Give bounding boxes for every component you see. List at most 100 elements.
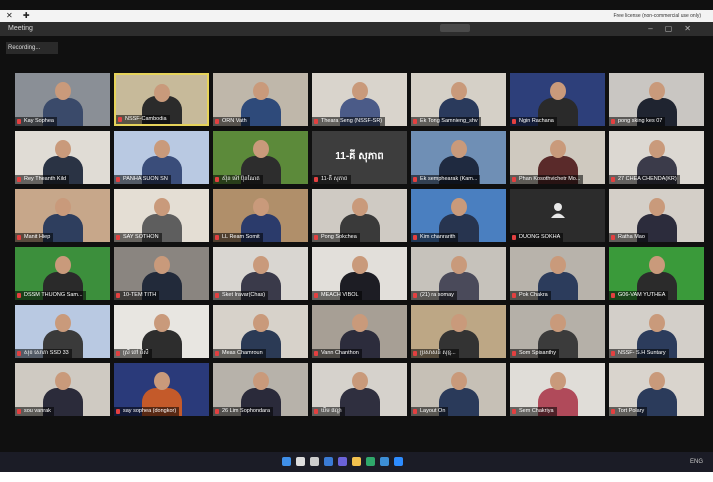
participant-gallery: Kay Sophea NSSF-Cambodia ORN Vath Theara Se… — [15, 73, 705, 418]
participant-head — [648, 140, 665, 158]
participant-head — [648, 372, 665, 390]
participant-tile[interactable]: Sket Iravar(Chas) — [213, 247, 308, 300]
window-controls[interactable]: –▢✕ — [648, 22, 703, 36]
store-icon[interactable] — [380, 457, 389, 466]
participant-tile[interactable]: Theara Seng (NSSF-SR) — [312, 73, 407, 126]
muted-mic-icon — [314, 177, 318, 182]
participant-head — [153, 372, 170, 390]
participant-tile[interactable]: Vann Chanthon — [312, 305, 407, 358]
participant-head — [549, 256, 566, 274]
teams-chat-icon[interactable] — [338, 457, 347, 466]
muted-mic-icon — [512, 235, 516, 240]
participant-tile[interactable]: Meas Chamroun — [213, 305, 308, 358]
muted-mic-icon — [116, 235, 120, 240]
participant-tile[interactable]: 26 Lim Sophondara — [213, 363, 308, 416]
muted-mic-icon — [413, 119, 417, 124]
participant-tile[interactable]: ORN Vath — [213, 73, 308, 126]
default-avatar-icon — [550, 203, 565, 218]
participant-name: MEACH VIBOL — [312, 291, 362, 300]
participant-name: Sem Chakriya — [510, 407, 557, 416]
participant-tile[interactable]: sou vanrak — [15, 363, 110, 416]
participant-head — [252, 82, 269, 100]
participant-tile[interactable]: DUONG SOKHA — [510, 189, 605, 242]
participant-tile[interactable]: DSSM THUONG Sam... — [15, 247, 110, 300]
windows-start-icon[interactable] — [282, 457, 291, 466]
muted-mic-icon — [314, 235, 318, 240]
participant-name: សុខ សោភា SSD 33 — [15, 349, 72, 358]
participant-head — [450, 198, 467, 216]
participant-name: Meas Chamroun — [213, 349, 266, 358]
participant-tile[interactable]: Phan Kosothvichetr Mo... — [510, 131, 605, 184]
windows-taskbar: ENG — [0, 452, 713, 472]
muted-mic-icon — [314, 119, 318, 124]
muted-mic-icon — [512, 293, 516, 298]
participant-tile[interactable]: Kay Sophea — [15, 73, 110, 126]
participant-tile[interactable]: Ek Tong Samnieng_shv — [411, 73, 506, 126]
participant-name: ប្រសាសន៍ សុខ្ម... — [411, 349, 459, 358]
participant-tile[interactable]: ប្រសាសន៍ សុខ្ម... — [411, 305, 506, 358]
muted-mic-icon — [17, 409, 21, 414]
participant-tile[interactable]: NSSF- S.H Suntary — [609, 305, 704, 358]
muted-mic-icon — [512, 119, 516, 124]
participant-tile[interactable]: Ek semphearak (Kam... — [411, 131, 506, 184]
participant-head — [450, 256, 467, 274]
participant-name: Phan Kosothvichetr Mo... — [510, 175, 584, 184]
participant-tile[interactable]: SAY SOTHON — [114, 189, 209, 242]
participant-tile[interactable]: G06-VAM YUTHEA — [609, 247, 704, 300]
participant-tile[interactable]: Sem Chakriya — [510, 363, 605, 416]
participant-tile[interactable]: ស៊ុន ម៉ៅ ប៊ុនណែត — [213, 131, 308, 184]
edge-icon[interactable] — [366, 457, 375, 466]
participant-name: Ek Tong Samnieng_shv — [411, 117, 481, 126]
participant-tile[interactable]: Kim chanrarith — [411, 189, 506, 242]
search-icon[interactable] — [296, 457, 305, 466]
participant-name: LL Ream Somit — [213, 233, 263, 242]
participant-head — [54, 256, 71, 274]
participant-tile[interactable]: pong sking kes 07 — [609, 73, 704, 126]
participant-tile[interactable]: PANHA SUON SN — [114, 131, 209, 184]
participant-tile[interactable]: 10-TEM TITH — [114, 247, 209, 300]
participant-tile[interactable]: (21) ra somay — [411, 247, 506, 300]
participant-name: say sophea (dongkor) — [114, 407, 180, 416]
participant-tile[interactable]: សុខ សោភា SSD 33 — [15, 305, 110, 358]
participant-tile[interactable]: Pok Chakra — [510, 247, 605, 300]
recording-indicator[interactable]: Recording... — [6, 42, 58, 54]
participant-name: Ngin Rachana — [510, 117, 557, 126]
participant-tile[interactable]: ឃឹម ផល្លា — [312, 363, 407, 416]
monitor-screen: ✕ ✚ Free license (non-commercial use onl… — [0, 0, 713, 472]
muted-mic-icon — [413, 409, 417, 414]
task-view-icon[interactable] — [310, 457, 319, 466]
view-toggle[interactable] — [440, 24, 470, 32]
participant-tile[interactable]: Ratha Mao — [609, 189, 704, 242]
muted-mic-icon — [611, 293, 615, 298]
window-controls-left[interactable]: ✕ ✚ — [6, 10, 34, 22]
participant-tile[interactable]: MEACH VIBOL — [312, 247, 407, 300]
participant-tile[interactable]: 11-គី សុភាព 11-គី សុភាព — [312, 131, 407, 184]
participant-head — [252, 314, 269, 332]
participant-tile[interactable]: Som Spisanthy — [510, 305, 605, 358]
participant-tile[interactable]: Rey Theanth Kild — [15, 131, 110, 184]
participant-tile[interactable]: Manit Hiep — [15, 189, 110, 242]
muted-mic-icon — [116, 409, 120, 414]
file-explorer-icon[interactable] — [352, 457, 361, 466]
zoom-icon[interactable] — [394, 457, 403, 466]
system-tray[interactable]: ENG — [690, 457, 703, 467]
participant-name: Vann Chanthon — [312, 349, 362, 358]
participant-display-name: 11-គី សុភាព — [335, 151, 384, 162]
muted-mic-icon — [116, 351, 120, 356]
participant-tile[interactable]: Layout On — [411, 363, 506, 416]
participant-head — [54, 314, 71, 332]
participant-head — [549, 372, 566, 390]
participant-tile[interactable]: 27 CHEA CHENDA(KR) — [609, 131, 704, 184]
participant-tile[interactable]: say sophea (dongkor) — [114, 363, 209, 416]
participant-tile[interactable]: Pong Sokchea — [312, 189, 407, 242]
top-system-bar: ✕ ✚ Free license (non-commercial use onl… — [0, 10, 713, 22]
participant-tile[interactable]: Tort Polary — [609, 363, 704, 416]
participant-tile[interactable]: NSSF-Cambodia — [114, 73, 209, 126]
widgets-icon[interactable] — [324, 457, 333, 466]
participant-tile[interactable]: LL Ream Somit — [213, 189, 308, 242]
muted-mic-icon — [215, 177, 219, 182]
participant-tile[interactable]: Ngin Rachana — [510, 73, 605, 126]
participant-head — [648, 256, 665, 274]
keyboard-layout[interactable]: ENG — [690, 459, 703, 465]
participant-tile[interactable]: ស្រី ពៅ ពិសី — [114, 305, 209, 358]
